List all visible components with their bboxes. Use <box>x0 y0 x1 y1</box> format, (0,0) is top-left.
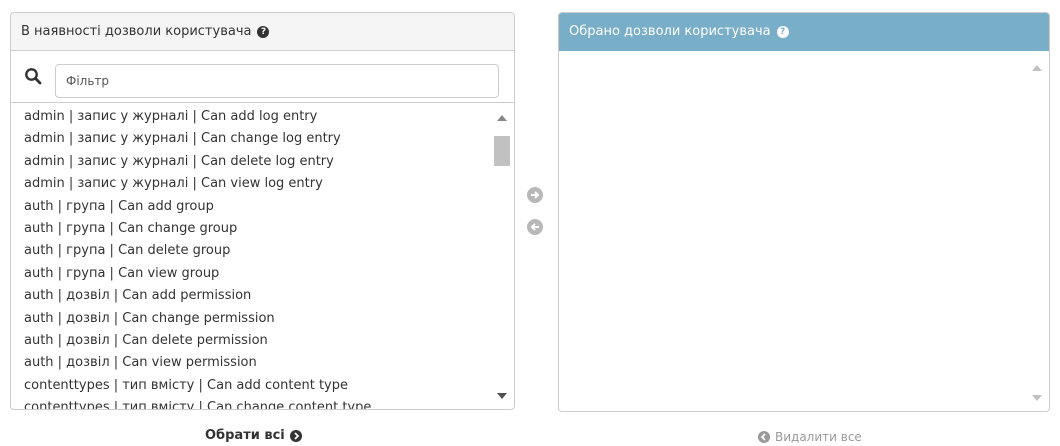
permission-option[interactable]: auth | група | Can delete group <box>24 240 514 262</box>
chosen-list[interactable] <box>559 51 1049 411</box>
help-icon[interactable]: ? <box>257 25 270 38</box>
available-title: В наявності дозволи користувача <box>21 24 252 39</box>
scroll-down-icon[interactable] <box>497 393 507 399</box>
chosen-scrollbar[interactable] <box>1024 51 1049 411</box>
scroll-up-icon[interactable] <box>497 115 507 121</box>
permission-option[interactable]: auth | дозвіл | Can add permission <box>24 285 514 307</box>
available-permissions-panel: В наявності дозволи користувача ? admin … <box>10 12 515 410</box>
scroll-thumb[interactable] <box>494 136 510 166</box>
permission-option[interactable]: contenttypes | тип вмісту | Can change c… <box>24 397 514 409</box>
filter-row <box>11 51 514 103</box>
choose-button[interactable] <box>527 187 543 203</box>
remove-button[interactable] <box>527 219 543 235</box>
scroll-up-icon[interactable] <box>1032 65 1042 71</box>
available-list[interactable]: admin | запис у журналі | Can add log en… <box>11 103 514 409</box>
arrow-right-circle-icon <box>289 429 302 442</box>
filter-input[interactable] <box>55 64 499 98</box>
permission-option[interactable]: admin | запис у журналі | Can add log en… <box>24 106 514 128</box>
permission-option[interactable]: auth | дозвіл | Can delete permission <box>24 330 514 352</box>
arrow-left-circle-icon <box>530 223 539 231</box>
help-icon[interactable]: ? <box>776 25 789 38</box>
choose-all-link[interactable]: Обрати всі <box>205 428 307 443</box>
permission-option[interactable]: admin | запис у журналі | Can view log e… <box>24 173 514 195</box>
permission-option[interactable]: admin | запис у журналі | Can delete log… <box>24 151 514 173</box>
choose-all-label: Обрати всі <box>205 428 285 443</box>
available-scrollbar[interactable] <box>489 103 514 409</box>
permission-option[interactable]: auth | група | Can add group <box>24 196 514 218</box>
arrow-right-circle-icon <box>531 191 540 199</box>
available-header: В наявності дозволи користувача ? <box>11 13 514 51</box>
remove-all-label: Видалити все <box>775 430 862 444</box>
permission-option[interactable]: auth | група | Can change group <box>24 218 514 240</box>
permission-option[interactable]: auth | група | Can view group <box>24 263 514 285</box>
search-icon <box>25 68 42 85</box>
arrow-left-circle-icon <box>758 431 770 443</box>
available-items: admin | запис у журналі | Can add log en… <box>11 103 514 409</box>
permission-option[interactable]: admin | запис у журналі | Can change log… <box>24 128 514 150</box>
chosen-header: Обрано дозволи користувача ? <box>559 13 1049 51</box>
scroll-down-icon[interactable] <box>1032 395 1042 401</box>
permission-option[interactable]: auth | дозвіл | Can view permission <box>24 352 514 374</box>
permission-option[interactable]: contenttypes | тип вмісту | Can add cont… <box>24 375 514 397</box>
chosen-permissions-panel: Обрано дозволи користувача ? <box>558 12 1050 412</box>
permission-option[interactable]: auth | дозвіл | Can change permission <box>24 308 514 330</box>
chosen-title: Обрано дозволи користувача <box>569 24 771 39</box>
remove-all-link[interactable]: Видалити все <box>753 430 862 444</box>
